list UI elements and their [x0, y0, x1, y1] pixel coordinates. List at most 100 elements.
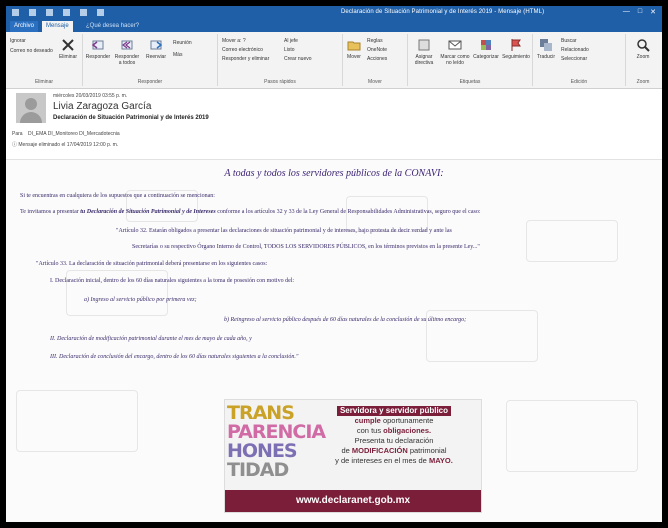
quickstep-move[interactable]: Mover a: ?	[222, 38, 246, 44]
delete-x-icon	[62, 39, 74, 51]
quickstep-email[interactable]: Correo electrónico	[222, 47, 263, 53]
email-body: A todas y todos los servidores públicos …	[6, 160, 662, 522]
close-button[interactable]: ✕	[650, 8, 656, 16]
banner-line-6b: MAYO.	[428, 456, 453, 465]
assign-policy-button[interactable]: Asignar directiva	[410, 38, 438, 66]
watermark-box	[526, 220, 618, 262]
banner-logo-letters: TRANS PARENCIA HONES TIDAD	[225, 400, 326, 488]
banner-line-5c: patrimonial	[407, 446, 447, 455]
group-label-pasos: Pasos rápidos	[264, 79, 296, 85]
customize-icon[interactable]	[97, 9, 104, 16]
email-title: A todas y todos los servidores públicos …	[224, 168, 444, 179]
flag-icon	[511, 39, 521, 51]
banner-url-link[interactable]: www.declaranet.gob.mx	[225, 490, 481, 512]
follow-up-label: Seguimiento	[502, 54, 530, 60]
magnifier-icon	[637, 39, 650, 52]
reply-all-icon	[121, 40, 133, 50]
group-etiquetas: Asignar directiva Marcar como no leído C…	[408, 34, 533, 86]
banner-letters-4: TIDAD	[227, 459, 289, 481]
assign-policy-label: Asignar directiva	[414, 54, 434, 66]
quote-line-1: "Artículo 32. Estarán obligados a presen…	[116, 228, 452, 234]
group-label-responder: Responder	[137, 79, 163, 85]
avatar-head-icon	[25, 98, 37, 110]
item-1: I. Declaración inicial, dentro de los 60…	[50, 278, 295, 284]
redo-icon[interactable]	[46, 9, 53, 16]
translate-icon	[540, 39, 552, 51]
actions-button[interactable]: Acciones	[367, 56, 387, 62]
quick-access-toolbar	[12, 9, 104, 16]
banner-line-5b: MODIFICACIÓN	[351, 446, 408, 455]
window-controls: — □ ✕	[623, 8, 656, 16]
paragraph-2-a: Te invitamos a presentar	[20, 209, 79, 215]
group-mover: Mover Reglas OneNote Acciones Mover	[343, 34, 408, 86]
delete-button[interactable]: Eliminar	[56, 38, 80, 60]
related-button[interactable]: Relacionado	[561, 47, 589, 53]
find-button[interactable]: Buscar	[561, 38, 577, 44]
mark-unread-button[interactable]: Marcar como no leído	[440, 38, 470, 66]
to-recipients[interactable]: DI_EMA DI_Monitoreo DI_Mercadotecnia	[28, 131, 120, 137]
banner-line-1: Servidora y servidor público	[336, 406, 452, 416]
sender-avatar	[16, 93, 46, 123]
group-label-zoom: Zoom	[636, 79, 650, 85]
watermark-box	[66, 270, 168, 316]
down-arrow-icon[interactable]	[80, 9, 87, 16]
maximize-button[interactable]: □	[638, 8, 642, 16]
forward-icon	[150, 40, 163, 50]
rules-button[interactable]: Reglas	[367, 38, 383, 44]
tab-mensaje[interactable]: Mensaje	[42, 21, 73, 32]
move-label: Mover	[347, 54, 361, 60]
categorize-label: Categorizar	[473, 54, 499, 60]
declaranet-banner: TRANS PARENCIA HONES TIDAD Servidora y s…	[224, 399, 482, 513]
banner-line-5a: de	[341, 446, 352, 455]
meeting-button[interactable]: Reunión	[173, 40, 192, 46]
banner-message: Servidora y servidor público cumple opor…	[309, 406, 479, 466]
watermark-box	[506, 400, 638, 472]
quickstep-reply-delete[interactable]: Responder y eliminar	[222, 56, 269, 62]
up-arrow-icon[interactable]	[63, 9, 70, 16]
banner-line-2b: oportunamente	[380, 416, 434, 425]
policy-icon	[418, 39, 430, 51]
message-header: miércoles 20/03/2019 03:55 p. m. Livia Z…	[6, 89, 662, 160]
minimize-button[interactable]: —	[623, 8, 630, 16]
quickstep-new[interactable]: Crear nuevo	[284, 56, 312, 62]
to-label: Para	[12, 131, 23, 137]
reply-all-label: Responder a todos	[114, 54, 140, 66]
onenote-button[interactable]: OneNote	[367, 47, 387, 53]
quickstep-done[interactable]: Listo	[284, 47, 295, 53]
reply-all-button[interactable]: Responder a todos	[113, 38, 141, 66]
title-bar: Declaración de Situación Patrimonial y d…	[6, 6, 662, 20]
translate-button[interactable]: Traducir	[535, 38, 557, 60]
banner-line-4: Presenta tu declaración	[354, 436, 434, 445]
reply-icon	[91, 40, 104, 50]
tell-me-box[interactable]: ¿Qué desea hacer?	[86, 21, 139, 31]
banner-line-2a: cumple	[354, 416, 381, 425]
outlook-message-window: Declaración de Situación Patrimonial y d…	[6, 6, 662, 522]
watermark-box	[16, 390, 138, 452]
translate-label: Traducir	[536, 54, 556, 60]
select-button[interactable]: Seleccionar	[561, 56, 587, 62]
more-button[interactable]: Más	[173, 52, 182, 58]
forward-label: Reenviar	[145, 54, 166, 60]
undo-icon[interactable]	[29, 9, 36, 16]
reply-button[interactable]: Responder	[85, 38, 111, 60]
categorize-icon	[481, 40, 491, 50]
retention-notice: ⓘ Mensaje eliminado el 17/04/2019 12:00 …	[12, 141, 118, 148]
junk-button[interactable]: Correo no deseado	[10, 48, 53, 54]
ribbon-tabs: Archivo Mensaje ¿Qué desea hacer?	[6, 20, 662, 32]
sender-name[interactable]: Livia Zaragoza García	[53, 101, 151, 112]
zoom-button[interactable]: Zoom	[630, 38, 656, 60]
follow-up-button[interactable]: Seguimiento	[502, 38, 530, 60]
categorize-button[interactable]: Categorizar	[472, 38, 500, 60]
quickstep-boss[interactable]: Al jefe	[284, 38, 298, 44]
group-label-eliminar: Eliminar	[34, 79, 54, 85]
group-pasos-rapidos: Mover a: ? Correo electrónico Responder …	[218, 34, 343, 86]
group-zoom: Zoom Zoom	[626, 34, 660, 86]
tab-archivo[interactable]: Archivo	[10, 21, 39, 32]
avatar-body-icon	[20, 112, 42, 123]
save-icon[interactable]	[12, 9, 19, 16]
forward-button[interactable]: Reenviar	[143, 38, 169, 60]
item-1b: b) Reingreso al servicio público después…	[224, 317, 467, 323]
group-edicion: Traducir Buscar Relacionado Seleccionar …	[533, 34, 626, 86]
ignore-button[interactable]: Ignorar	[10, 38, 26, 44]
move-button[interactable]: Mover	[345, 38, 363, 60]
